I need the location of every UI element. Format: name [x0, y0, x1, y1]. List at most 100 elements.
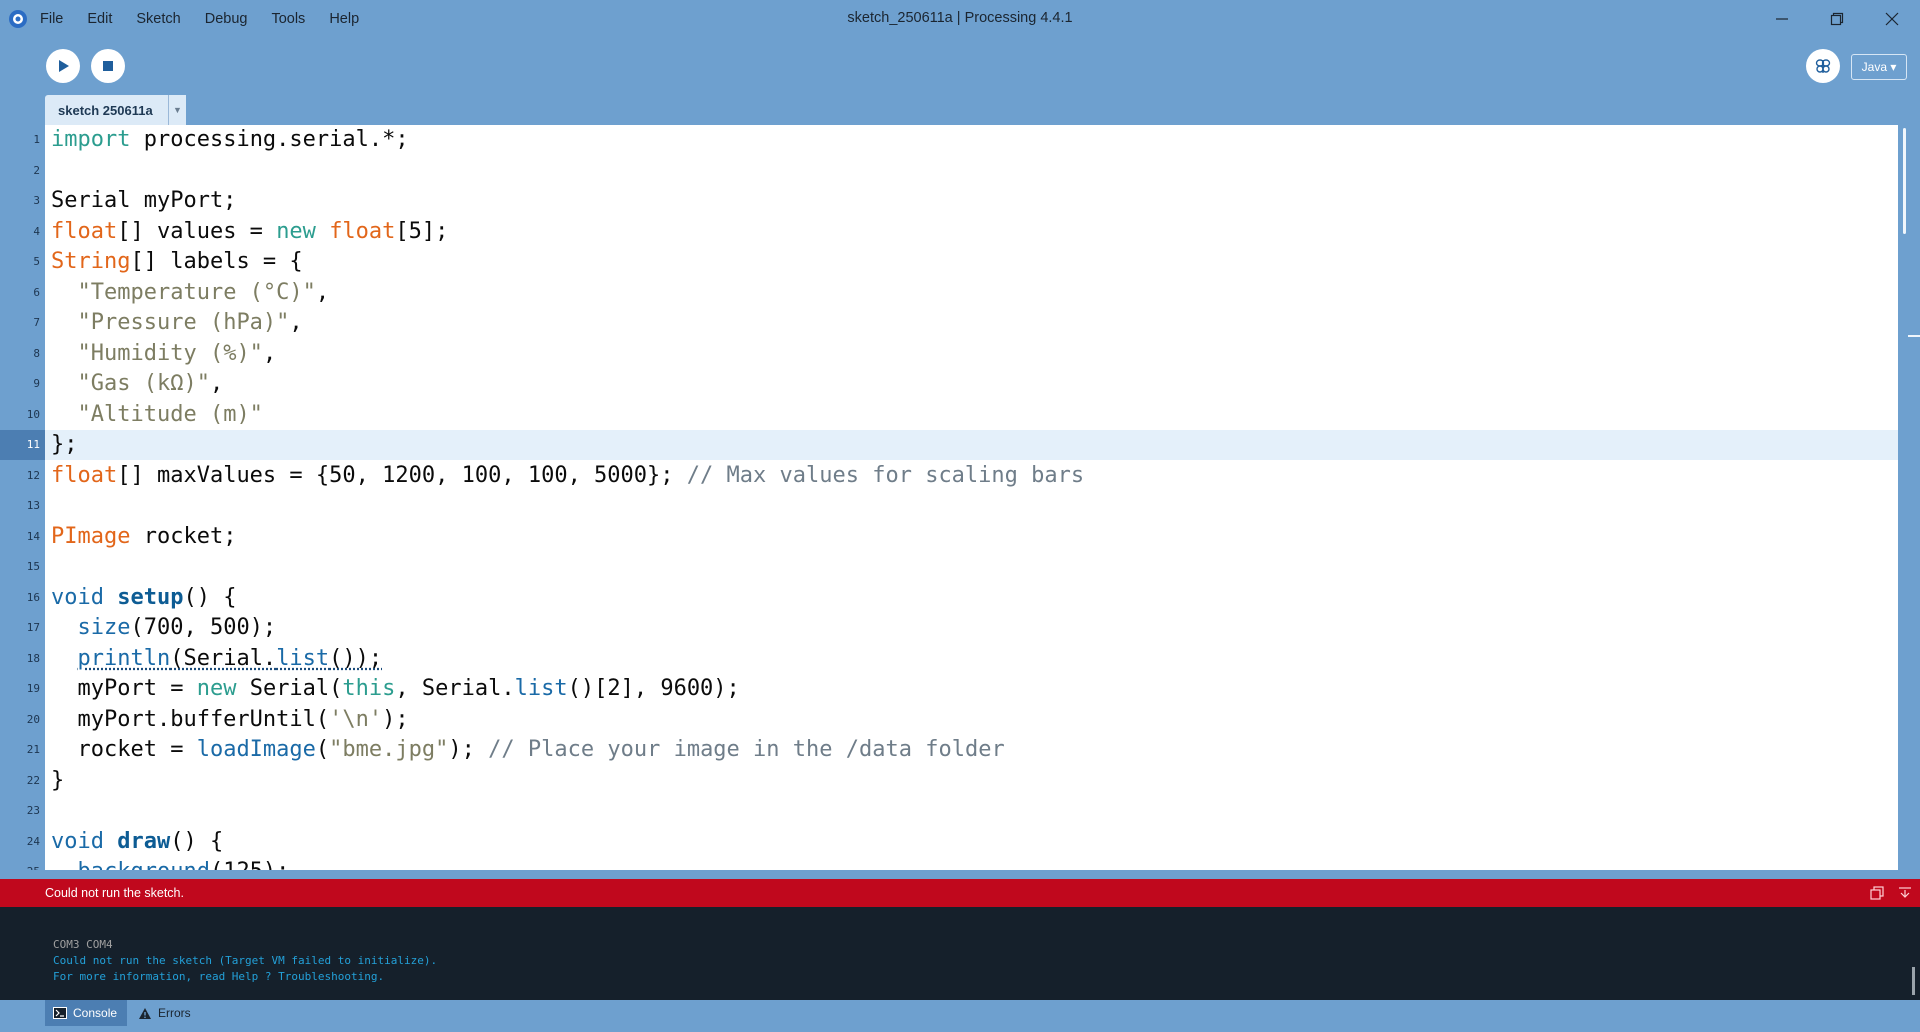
code-line: size(700, 500);: [45, 613, 1898, 643]
editor-scrollbar-thumb[interactable]: [1903, 128, 1906, 234]
play-icon: [59, 60, 69, 72]
code-token: () {: [170, 828, 224, 854]
line-number: 11: [0, 430, 45, 460]
minimize-button[interactable]: [1754, 0, 1810, 38]
line-number: 21: [26, 743, 40, 756]
line-number: 13: [26, 499, 40, 512]
triangle-down-icon: ▼: [173, 105, 182, 115]
code-line: PImage rocket;: [45, 522, 1898, 552]
line-number: 16: [26, 590, 40, 604]
console-scrollbar-thumb[interactable]: [1912, 967, 1915, 995]
menu-help[interactable]: Help: [329, 11, 359, 27]
code-token: myPort.bufferUntil(: [51, 706, 330, 732]
code-line: "Gas (kΩ)",: [45, 369, 1898, 399]
code-token: new: [196, 676, 237, 701]
menu-bar: File Edit Sketch Debug Tools Help: [40, 0, 383, 38]
code-line: import processing.serial.*;: [45, 125, 1898, 155]
line-number-gutter: 1234567891011121314151617181920212223242…: [0, 125, 45, 870]
code-line: myPort.bufferUntil('\n');: [45, 705, 1898, 735]
code-token: processing.serial.*;: [130, 127, 409, 152]
code-token: );: [382, 706, 409, 732]
minimize-icon: [1776, 18, 1788, 20]
menu-tools[interactable]: Tools: [271, 11, 305, 27]
console-tab[interactable]: Console: [45, 1000, 127, 1026]
code-line: rocket = loadImage("bme.jpg"); // Place …: [45, 735, 1898, 765]
mode-selector[interactable]: Java ▾: [1851, 54, 1907, 80]
close-button[interactable]: [1864, 0, 1920, 38]
code-token: this: [342, 676, 396, 701]
tab-menu-button[interactable]: ▼: [168, 95, 186, 125]
code-editor[interactable]: import processing.serial.*; Serial myPort…: [45, 125, 1898, 870]
tab-sketch[interactable]: sketch 250611a: [45, 95, 183, 125]
code-token: ,: [209, 371, 224, 396]
processing-logo-icon: [9, 10, 27, 28]
code-token: println: [77, 645, 171, 671]
code-token: import: [51, 127, 131, 152]
code-token: [5];: [395, 218, 449, 244]
code-token: float: [51, 462, 118, 488]
code-token: String: [51, 249, 131, 274]
code-token: "Gas (kΩ)": [77, 371, 210, 396]
line-number: 3: [33, 194, 40, 207]
code-token: );: [448, 737, 489, 762]
restore-icon: [1830, 12, 1844, 26]
code-token: ()[2], 9600);: [567, 676, 740, 701]
stop-button[interactable]: [91, 49, 125, 83]
code-line: Serial myPort;: [45, 186, 1898, 216]
line-number: 6: [33, 285, 40, 299]
run-button[interactable]: [46, 49, 80, 83]
console-tab-label: Console: [73, 1006, 118, 1020]
code-token: void: [51, 584, 104, 610]
menu-file[interactable]: File: [40, 11, 63, 27]
code-token: // Max values for scaling bars: [686, 462, 1085, 488]
terminal-icon: [53, 1007, 67, 1019]
code-token: "bme.jpg": [329, 737, 449, 762]
console-panel[interactable]: COM3 COM4 Could not run the sketch (Targ…: [0, 907, 1920, 1000]
code-token: () {: [183, 584, 237, 610]
collapse-console-icon[interactable]: [1897, 885, 1913, 901]
code-line: "Altitude (m)": [45, 400, 1898, 430]
errors-tab[interactable]: Errors: [130, 1000, 199, 1026]
status-bar: Could not run the sketch.: [0, 879, 1920, 907]
code-token: (125);: [210, 859, 289, 870]
code-token: , Serial.: [395, 676, 515, 701]
menu-edit[interactable]: Edit: [87, 11, 112, 27]
editor-scrollbar[interactable]: [1898, 125, 1920, 870]
butterfly-icon: [1815, 59, 1831, 73]
menu-sketch[interactable]: Sketch: [136, 11, 180, 27]
code-token: Serial(: [236, 676, 343, 701]
code-line: }: [45, 766, 1898, 796]
scrollbar-marker: [1908, 335, 1920, 337]
code-token: Serial myPort;: [51, 188, 237, 213]
tab-label: sketch 250611a: [58, 102, 153, 118]
debugger-toggle-button[interactable]: [1806, 49, 1840, 83]
code-line: myPort = new Serial(this, Serial.list()[…: [45, 674, 1898, 704]
code-token: background: [78, 859, 210, 870]
code-line: float[] maxValues = {50, 1200, 100, 100,…: [45, 461, 1898, 491]
code-token: loadImage: [196, 737, 316, 762]
code-token: rocket =: [51, 737, 197, 762]
title-bar: File Edit Sketch Debug Tools Help sketch…: [0, 0, 1920, 38]
code-token: ());: [329, 645, 383, 671]
code-token: [] values =: [117, 218, 277, 244]
code-token: (: [315, 737, 330, 762]
code-token: new: [276, 218, 316, 244]
code-line: "Pressure (hPa)",: [45, 308, 1898, 338]
menu-debug[interactable]: Debug: [205, 11, 248, 27]
restore-button[interactable]: [1809, 0, 1865, 38]
copy-icon[interactable]: [1869, 885, 1885, 901]
line-number: 25: [0, 857, 40, 870]
code-token: "Altitude (m)": [77, 401, 263, 427]
code-line: };: [45, 430, 1898, 460]
